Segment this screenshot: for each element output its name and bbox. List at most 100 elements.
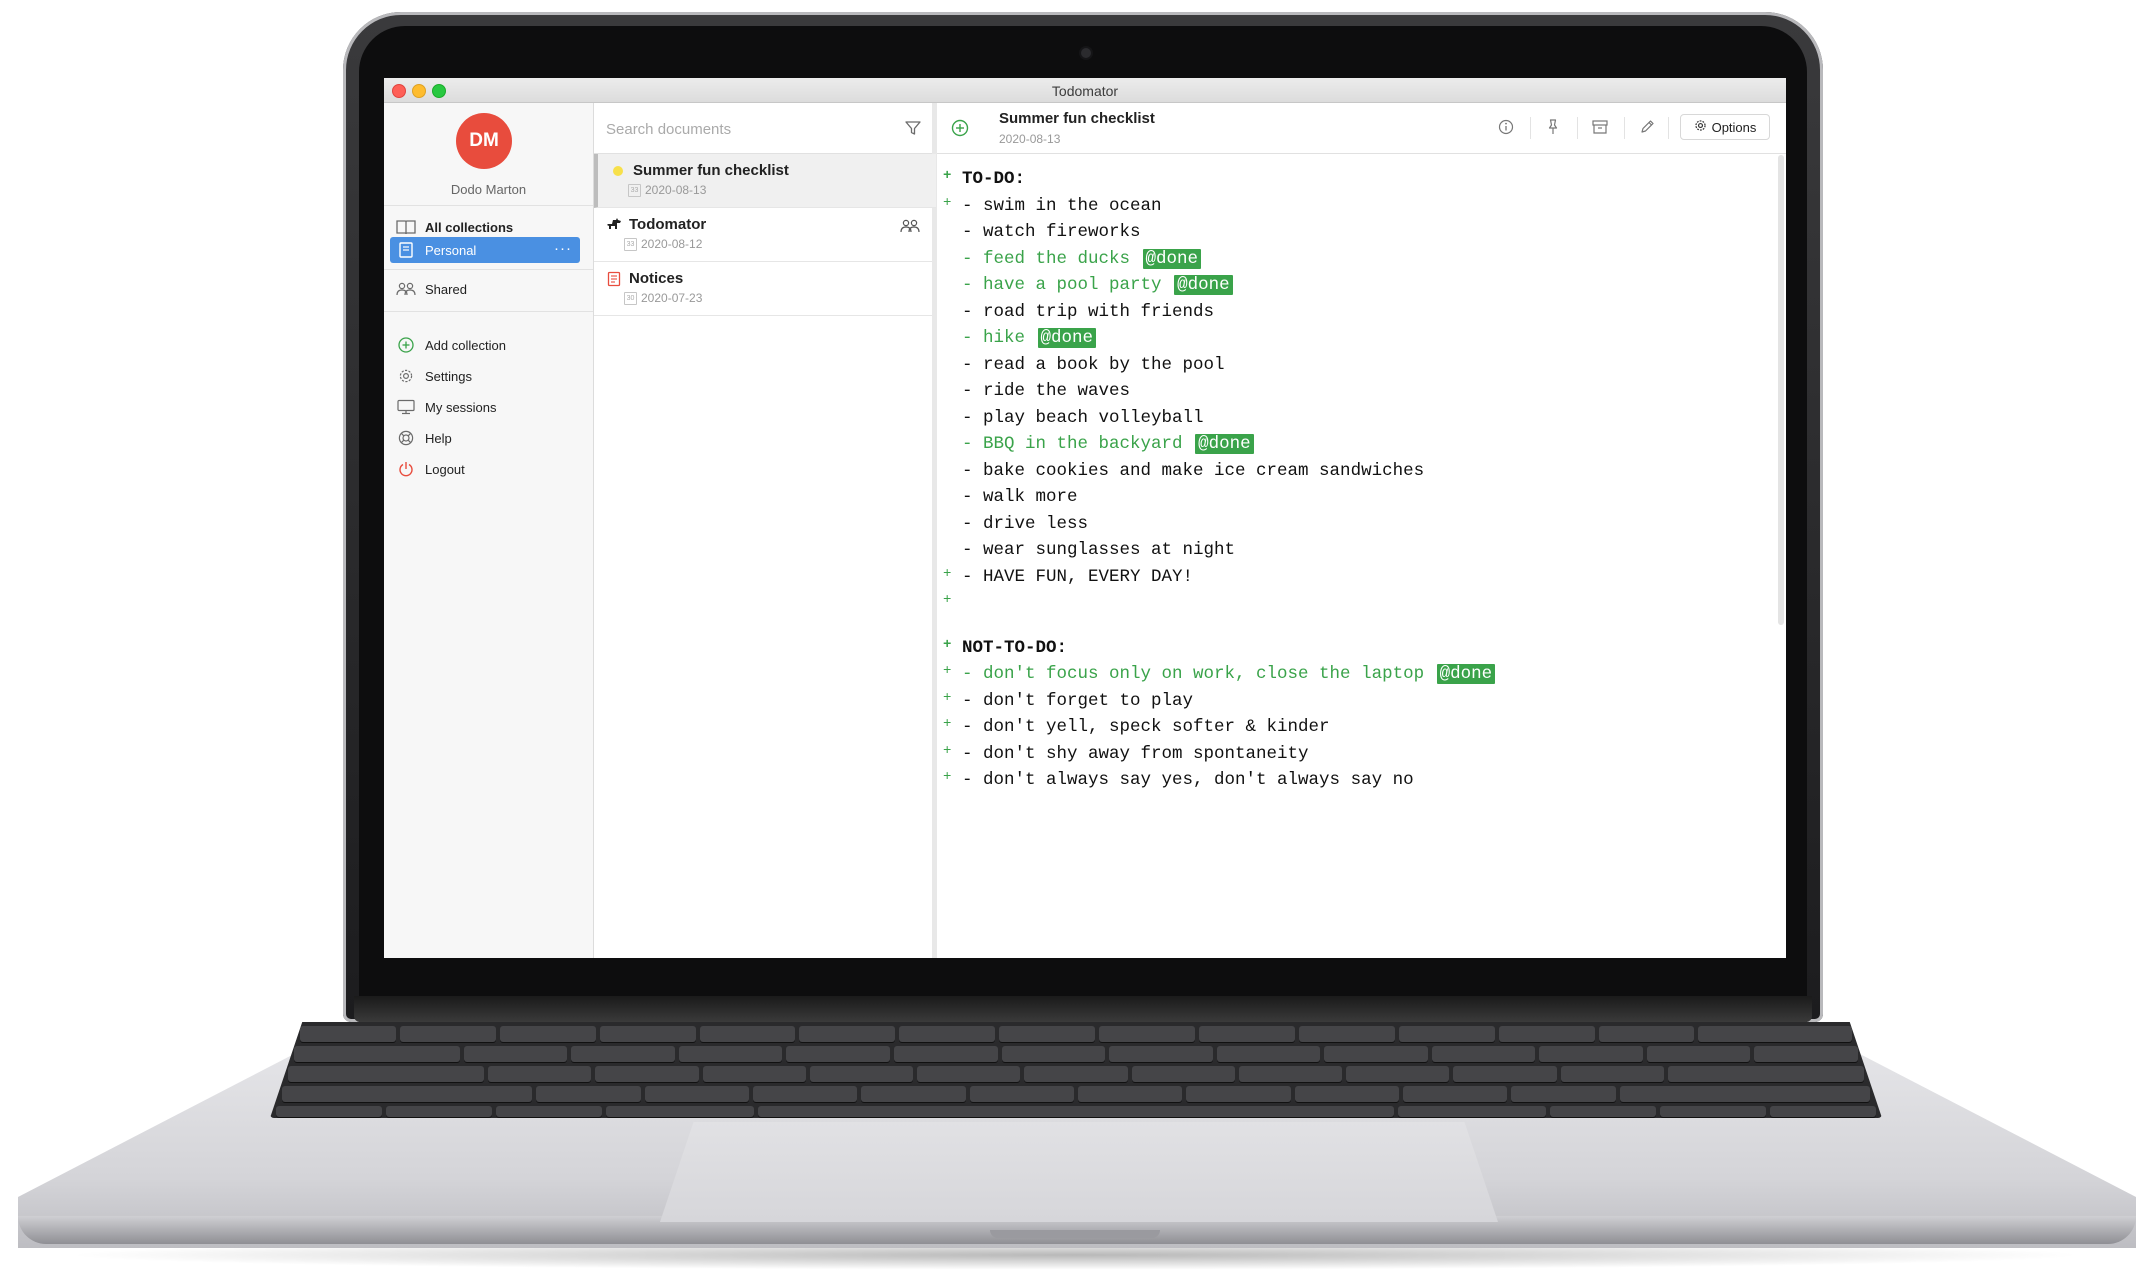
sidebar-item-settings[interactable]: Settings [390, 363, 580, 389]
sidebar-item-logout[interactable]: Logout [390, 456, 580, 482]
line-text: - play beach volleyball [962, 407, 1204, 428]
pin-icon[interactable] [1544, 118, 1562, 136]
changed-line-marker: + [943, 769, 952, 785]
line-text: - have a pool party [962, 275, 1162, 295]
calendar-icon: 30 [624, 291, 637, 305]
checklist-line[interactable]: - drive less [937, 511, 1786, 538]
trackpad [660, 1122, 1498, 1222]
checklist-line[interactable]: - road trip with friends [937, 299, 1786, 326]
sidebar-item-help[interactable]: Help [390, 425, 580, 451]
checklist-line[interactable]: - wear sunglasses at night [937, 537, 1786, 564]
search-bar [594, 103, 932, 154]
window-title: Todomator [1051, 83, 1119, 99]
done-tag: @done [1142, 248, 1202, 269]
changed-line-marker: + [943, 716, 952, 732]
options-label: Options [1711, 119, 1757, 135]
document-date: 33 2020-08-12 [624, 237, 702, 251]
line-text: - watch fireworks [962, 222, 1141, 242]
sidebar-item-my-sessions[interactable]: My sessions [390, 394, 580, 420]
people-icon [900, 218, 920, 234]
divider [384, 311, 593, 312]
monitor-icon [395, 398, 417, 416]
camera-icon [1081, 48, 1091, 58]
checklist-line[interactable]: - play beach volleyball [937, 405, 1786, 432]
document-content[interactable]: + TO-DO: + - swim in the ocean - watch firew… [937, 163, 1786, 794]
editor: Summer fun checklist 2020-08-13 Options … [937, 103, 1786, 958]
checklist-line[interactable]: - have a pool party @done [937, 272, 1786, 299]
key-row [294, 1046, 1859, 1062]
avatar[interactable]: DM [456, 113, 512, 169]
power-icon [395, 460, 417, 478]
divider [1577, 117, 1578, 139]
calendar-icon: 33 [628, 183, 641, 197]
checklist-line[interactable]: + - don't focus only on work, close the l… [937, 661, 1786, 688]
checklist-line[interactable]: - hike @done [937, 325, 1786, 352]
sidebar-item-shared[interactable]: Shared [390, 276, 580, 302]
line-text: - hike [962, 328, 1026, 348]
search-input[interactable] [604, 117, 888, 141]
info-icon[interactable] [1497, 118, 1515, 136]
gear-icon [1694, 119, 1707, 135]
document-title: Notices [629, 270, 684, 287]
changed-line-marker: + [943, 592, 952, 608]
archive-icon[interactable] [1591, 118, 1609, 136]
book-icon [395, 218, 417, 236]
checklist-line[interactable]: - bake cookies and make ice cream sandwi… [937, 458, 1786, 485]
note-icon [606, 271, 622, 287]
checklist-line[interactable]: - watch fireworks [937, 219, 1786, 246]
line-text: - read a book by the pool [962, 354, 1225, 375]
checklist-line[interactable]: + - don't forget to play [937, 688, 1786, 715]
line-text: TO-DO: [962, 169, 1026, 189]
done-tag: @done [1195, 434, 1254, 454]
line-text: - don't focus only on work, close the la… [962, 664, 1425, 684]
notebook-icon [395, 241, 417, 259]
key-row [288, 1066, 1865, 1082]
lifebuoy-icon [395, 429, 417, 447]
document-item-summer-fun-checklist[interactable]: Summer fun checklist 33 2020-08-13 [594, 154, 936, 208]
sidebar-item-label: Shared [425, 281, 467, 297]
document-list: Summer fun checklist 33 2020-08-13 Todoma… [594, 103, 937, 958]
line-text: - don't forget to play [962, 690, 1194, 711]
checklist-line[interactable]: + - don't yell, speck softer & kinder [937, 714, 1786, 741]
changed-line-marker: + [943, 663, 952, 679]
line-text: - don't always say yes, don't always say… [962, 770, 1414, 790]
filter-icon[interactable] [904, 119, 922, 137]
document-item-todomator[interactable]: Todomator 33 2020-08-12 [594, 208, 932, 262]
checklist-line[interactable]: - read a book by the pool [937, 352, 1786, 379]
checklist-line[interactable]: + - HAVE FUN, EVERY DAY! [937, 564, 1786, 591]
sidebar-item-label: Settings [425, 368, 472, 384]
changed-line-marker: + [943, 168, 952, 184]
checklist-line[interactable]: - walk more [937, 484, 1786, 511]
checklist-line[interactable]: - feed the ducks @done [937, 246, 1786, 273]
section-heading[interactable]: + TO-DO: [937, 166, 1786, 193]
checklist-line[interactable]: + - swim in the ocean [937, 193, 1786, 220]
checklist-line[interactable]: + [937, 590, 1786, 617]
changed-line-marker: + [943, 636, 952, 653]
done-tag: @done [1037, 328, 1097, 348]
section-heading[interactable]: + NOT-TO-DO: [937, 635, 1786, 662]
keyboard [270, 1022, 1882, 1118]
sun-icon [610, 163, 626, 179]
sidebar-item-label: Add collection [425, 337, 506, 353]
edit-icon[interactable] [1638, 118, 1656, 136]
checklist-line[interactable]: + - don't shy away from spontaneity [937, 741, 1786, 768]
document-date-text: 2020-08-13 [645, 183, 707, 197]
key-row [282, 1086, 1871, 1102]
checklist-line[interactable]: + - don't always say yes, don't always sa… [937, 767, 1786, 794]
document-date-text: 2020-07-23 [641, 291, 703, 305]
sidebar-item-add-collection[interactable]: Add collection [390, 332, 580, 358]
document-item-notices[interactable]: Notices 30 2020-07-23 [594, 262, 932, 316]
add-document-icon[interactable] [951, 119, 969, 137]
line-text: - wear sunglasses at night [962, 540, 1236, 560]
checklist-line[interactable]: - BBQ in the backyard @done [937, 431, 1786, 458]
line-text: - swim in the ocean [962, 195, 1162, 216]
options-button[interactable]: Options [1680, 114, 1770, 140]
key-row [276, 1106, 1877, 1117]
done-tag: @done [1174, 275, 1233, 295]
checklist-line[interactable]: - ride the waves [937, 378, 1786, 405]
more-options-icon[interactable]: ··· [554, 240, 572, 257]
divider [384, 269, 593, 270]
line-text: - HAVE FUN, EVERY DAY! [962, 566, 1194, 587]
sidebar-item-personal[interactable]: Personal ··· [390, 237, 580, 263]
changed-line-marker: + [943, 742, 952, 759]
